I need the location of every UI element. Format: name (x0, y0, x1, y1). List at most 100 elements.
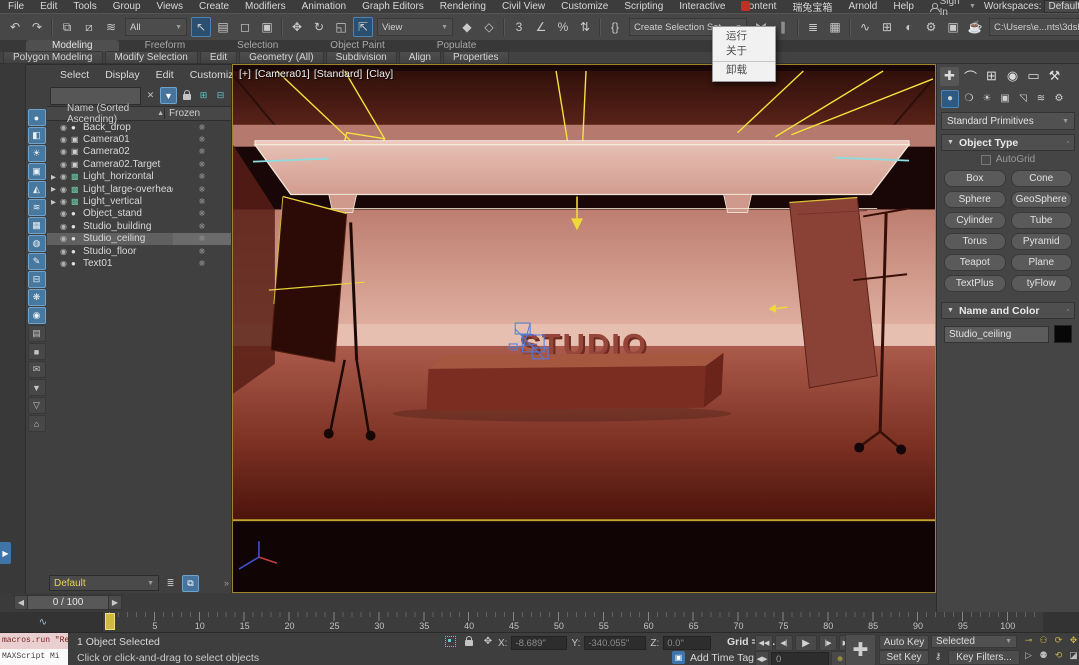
select-and-move-icon[interactable]: ✥ (287, 17, 307, 37)
object-color-swatch[interactable] (1054, 325, 1072, 343)
bind-to-spacewarp-icon[interactable]: ≋ (101, 17, 121, 37)
animation-tool-icon[interactable]: ◪ (1067, 649, 1079, 662)
add-keys-button[interactable]: ✚ (845, 634, 876, 665)
plugin-menu-item[interactable]: 运行 (713, 29, 775, 44)
visibility-eye-icon[interactable]: ◉ (60, 123, 71, 132)
select-object-icon[interactable]: ↖ (191, 17, 211, 37)
current-frame-field[interactable]: 0 (771, 652, 829, 665)
explorer-dock-icon[interactable]: ⌂ (28, 415, 46, 432)
frozen-column-header[interactable]: Frozen (164, 108, 231, 119)
frozen-toggle-icon[interactable]: ❋ (173, 197, 231, 206)
explorer-dock-icon[interactable]: ◧ (28, 127, 46, 144)
timeline-ruler[interactable]: 0510152025303540455055606570758085909510… (102, 612, 1043, 632)
frozen-toggle-icon[interactable]: ❋ (173, 259, 231, 268)
viewport-shading-menu[interactable]: [Standard] (314, 68, 362, 80)
play-button[interactable]: ▶ (795, 635, 817, 651)
collapse-tree-icon[interactable]: ⊟ (213, 88, 228, 103)
ribbon-group-button[interactable]: Modify Selection (105, 51, 198, 64)
angle-snap-icon[interactable]: ∠ (531, 17, 551, 37)
ribbon-group-button[interactable]: Edit (200, 51, 237, 64)
frozen-toggle-icon[interactable]: ❋ (173, 147, 231, 156)
window-crossing-icon[interactable]: ▣ (257, 17, 277, 37)
select-and-place-icon[interactable]: ⇱ (353, 17, 373, 37)
explorer-object-row[interactable]: ◉ ● Text01 ❋ (47, 257, 231, 269)
visibility-eye-icon[interactable]: ◉ (60, 234, 71, 243)
curve-editor-icon[interactable]: ∿ (855, 17, 875, 37)
frozen-toggle-icon[interactable]: ❋ (173, 222, 231, 231)
x-coordinate-field[interactable]: -8.689" (511, 636, 567, 650)
animation-tool-icon[interactable]: ✥ (1067, 634, 1079, 647)
motion-panel-icon[interactable]: ◉ (1003, 67, 1022, 86)
material-editor-icon[interactable]: ◐ (899, 17, 919, 37)
go-to-start-button[interactable]: ◀◀ (755, 635, 773, 651)
explorer-object-row[interactable]: ▶ ◉ ▩ Light_horizontal ❋ (47, 171, 231, 183)
explorer-object-row[interactable]: ◉ ▣ Camera01 ❋ (47, 133, 231, 145)
ribbon-group-button[interactable]: Subdivision (326, 51, 397, 64)
explorer-menu-item[interactable]: Select (53, 69, 96, 81)
shapes-category-icon[interactable]: ❍ (961, 91, 977, 107)
add-time-tag[interactable]: ▣ Add Time Tag (672, 651, 754, 664)
menu-item[interactable]: Create (191, 1, 237, 12)
object-name-field[interactable]: Studio_ceiling (944, 326, 1049, 343)
rect-selection-region-icon[interactable]: ◻ (235, 17, 255, 37)
geometry-category-icon[interactable]: ● (941, 90, 959, 108)
primitive-category-dropdown[interactable]: Standard Primitives ▼ (941, 112, 1075, 130)
explorer-preset-dropdown[interactable]: Default ▼ (49, 575, 159, 591)
primitive-button[interactable]: Tube (1011, 212, 1073, 229)
visibility-eye-icon[interactable]: ◉ (60, 197, 71, 206)
explorer-dock-icon[interactable]: ▤ (28, 325, 46, 342)
explorer-object-row[interactable]: ▶ ◉ ▩ Light_large-overhead ❋ (47, 183, 231, 195)
spacewarps-category-icon[interactable]: ≋ (1033, 91, 1049, 107)
animation-tool-icon[interactable]: ▷ (1022, 649, 1035, 662)
unlink-selection-icon[interactable]: ⧄ (79, 17, 99, 37)
explorer-object-row[interactable]: ▶ ◉ ▩ Light_vertical ❋ (47, 195, 231, 207)
frame-back-button[interactable]: ◀ (14, 595, 28, 610)
animation-tool-icon[interactable]: ⚉ (1037, 649, 1050, 662)
primitive-button[interactable]: Cylinder (944, 212, 1006, 229)
render-production-icon[interactable]: ☕ (965, 17, 985, 37)
menu-item[interactable]: Scripting (616, 1, 671, 12)
explorer-object-row[interactable]: ◉ ● Object_stand ❋ (47, 208, 231, 220)
layer-stack-icon[interactable]: ≣ (163, 576, 178, 591)
viewport-shading-style-menu[interactable]: [Clay] (366, 68, 393, 80)
ribbon-group-button[interactable]: Polygon Modeling (3, 51, 103, 64)
isolate-selection-icon[interactable] (442, 635, 458, 648)
menu-item[interactable]: Graph Editors (354, 1, 432, 12)
primitive-button[interactable]: Plane (1011, 254, 1073, 271)
autogrid-checkbox[interactable] (981, 155, 991, 165)
reference-coordinate-dropdown[interactable]: View ▼ (377, 18, 453, 36)
frame-forward-button[interactable]: ▶ (108, 595, 122, 610)
explorer-object-row[interactable]: ◉ ● Studio_building ❋ (47, 220, 231, 232)
undo-icon[interactable]: ↶ (5, 17, 25, 37)
viewport-pov-menu[interactable]: [Camera01] (255, 68, 310, 80)
visibility-eye-icon[interactable]: ◉ (60, 135, 71, 144)
utilities-panel-icon[interactable]: ⚒ (1045, 67, 1064, 86)
expand-arrow-icon[interactable]: ▶ (51, 185, 60, 193)
explorer-menu-item[interactable]: Display (98, 69, 146, 81)
viewport-general-menu[interactable]: [+] (239, 68, 251, 80)
frame-display[interactable]: 0 / 100 (28, 595, 108, 610)
display-plinth[interactable] (426, 353, 723, 411)
frozen-toggle-icon[interactable]: ❋ (173, 135, 231, 144)
lock-icon[interactable] (179, 88, 194, 103)
toolbar-icon[interactable] (281, 18, 283, 36)
display-panel-icon[interactable]: ▭ (1024, 67, 1043, 86)
ref-coord-icon[interactable]: ◆ (457, 17, 477, 37)
primitive-button[interactable]: Box (944, 170, 1006, 187)
maxscript-mini-listener[interactable]: macros.run "Re MAXScript Mi (0, 633, 68, 665)
animation-tool-icon[interactable]: ⟲ (1052, 649, 1065, 662)
menu-item[interactable]: 瑞兔宝箱 (784, 0, 840, 14)
explorer-dock-icon[interactable]: ≋ (28, 199, 46, 216)
explorer-object-row[interactable]: ◉ ● Studio_floor ❋ (47, 245, 231, 257)
render-setup-icon[interactable]: ⚙ (921, 17, 941, 37)
plugin-menu-item[interactable]: 关于 (713, 44, 775, 59)
scene-explorer-toggle-icon[interactable]: ▦ (825, 17, 845, 37)
visibility-eye-icon[interactable]: ◉ (60, 259, 71, 268)
explorer-column-header[interactable]: Name (Sorted Ascending) ▲ Frozen (47, 106, 231, 121)
frozen-toggle-icon[interactable]: ❋ (173, 209, 231, 218)
toolbar-icon[interactable] (849, 18, 851, 36)
schematic-view-icon[interactable]: ⊞ (877, 17, 897, 37)
overflow-chevrons[interactable]: » (224, 578, 229, 588)
explorer-dock-icon[interactable]: ☀ (28, 145, 46, 162)
lights-category-icon[interactable]: ☀ (979, 91, 995, 107)
